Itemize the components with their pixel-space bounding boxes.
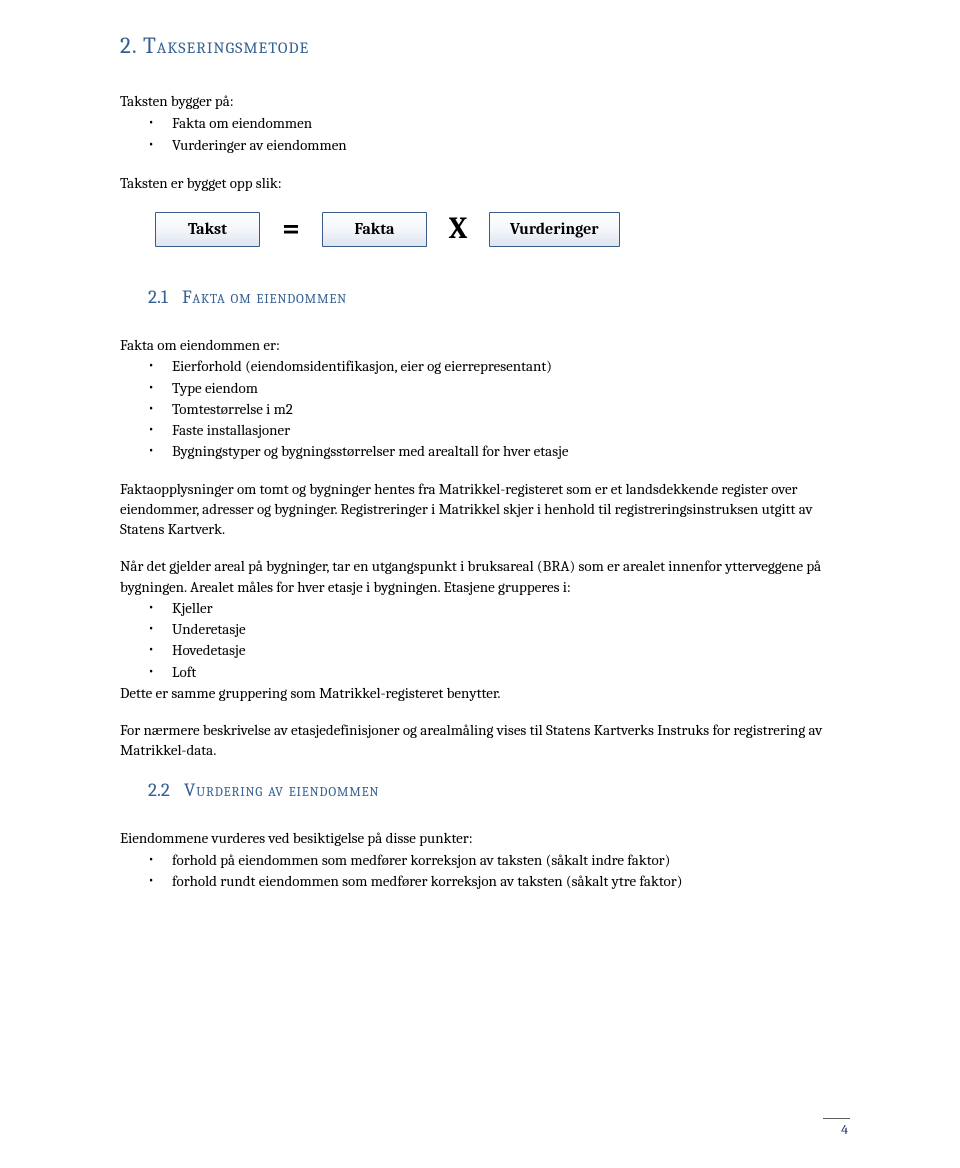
subsection-number: 2.2 — [148, 779, 170, 801]
vurdering-bullet-list: forhold på eiendommen som medfører korre… — [120, 850, 850, 892]
formula-box-takst: Takst — [155, 212, 260, 248]
fakta-intro-text: Fakta om eiendommen er: — [120, 335, 850, 355]
formula-multiply: X — [445, 209, 471, 250]
list-item: Loft — [120, 662, 850, 682]
section-number: 2. — [120, 32, 137, 59]
fakta-bullet-list: Eierforhold (eiendomsidentifikasjon, eie… — [120, 356, 850, 461]
gruppering-line: Dette er samme gruppering som Matrikkel-… — [120, 683, 850, 703]
vurdering-intro-text: Eiendommene vurderes ved besiktigelse på… — [120, 828, 850, 848]
list-item: forhold på eiendommen som medfører korre… — [120, 850, 850, 870]
intro-bullet-list: Fakta om eiendommen Vurderinger av eiend… — [120, 113, 850, 155]
built-line-text: Taksten er bygget opp slik: — [120, 173, 850, 193]
subsection-heading-21: 2.1 Fakta om eiendommen — [148, 285, 850, 311]
list-item: forhold rundt eiendommen som medfører ko… — [120, 871, 850, 891]
list-item: Eierforhold (eiendomsidentifikasjon, eie… — [120, 356, 850, 376]
formula-row: Takst = Fakta X Vurderinger — [155, 209, 850, 250]
areal-paragraph: Når det gjelder areal på bygninger, tar … — [120, 556, 850, 597]
list-item: Vurderinger av eiendommen — [120, 135, 850, 155]
list-item: Hovedetasje — [120, 640, 850, 660]
page-number: 4 — [823, 1118, 850, 1140]
formula-box-fakta: Fakta — [322, 212, 427, 248]
section-heading: 2. Takseringsmetode — [120, 30, 850, 61]
section-title: Takseringsmetode — [143, 32, 309, 59]
subsection-heading-22: 2.2 Vurdering av eiendommen — [148, 778, 850, 804]
list-item: Bygningstyper og bygningsstørrelser med … — [120, 441, 850, 461]
formula-equals: = — [278, 209, 304, 250]
list-item: Fakta om eiendommen — [120, 113, 850, 133]
reference-paragraph: For nærmere beskrivelse av etasjedefinis… — [120, 720, 850, 761]
list-item: Tomtestørrelse i m2 — [120, 399, 850, 419]
etasje-bullet-list: Kjeller Underetasje Hovedetasje Loft — [120, 598, 850, 682]
intro-text: Taksten bygger på: — [120, 91, 850, 111]
list-item: Faste installasjoner — [120, 420, 850, 440]
subsection-number: 2.1 — [148, 286, 168, 308]
formula-box-vurderinger: Vurderinger — [489, 212, 620, 248]
list-item: Kjeller — [120, 598, 850, 618]
subsection-title: Vurdering av eiendommen — [184, 779, 379, 801]
list-item: Type eiendom — [120, 378, 850, 398]
subsection-title: Fakta om eiendommen — [182, 286, 347, 308]
fakta-paragraph: Faktaopplysninger om tomt og bygninger h… — [120, 479, 850, 540]
list-item: Underetasje — [120, 619, 850, 639]
